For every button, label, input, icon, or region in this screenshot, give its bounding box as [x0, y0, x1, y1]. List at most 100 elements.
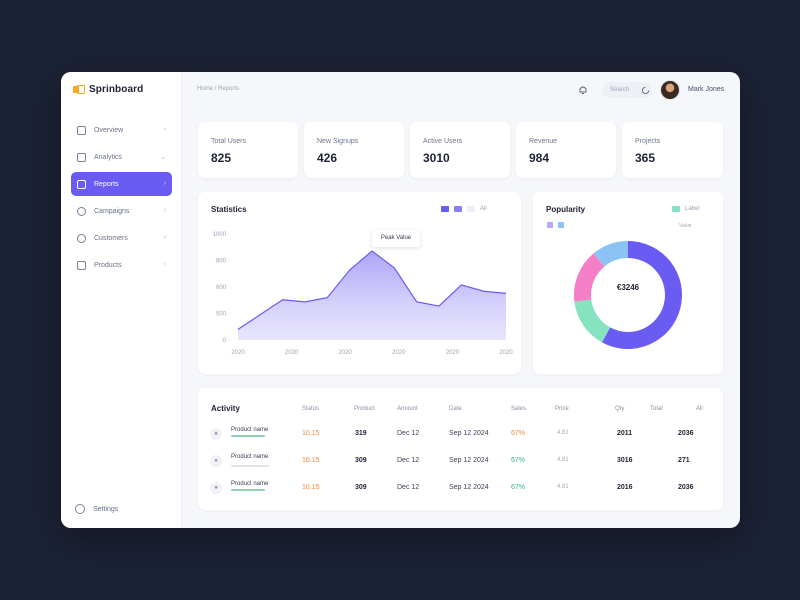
dashboard-window: Sprinboard Overview › Analytics ⌄ Report…: [61, 72, 740, 528]
user-name[interactable]: Mark Jones: [688, 86, 724, 93]
cell-price: 4.81: [557, 484, 569, 490]
sidebar-item-reports[interactable]: Reports ›: [71, 172, 172, 196]
table-row[interactable]: ● Product name 10.15 309 Dec 12 Sep 12 2…: [198, 449, 723, 475]
cell-amount: Dec 12: [397, 430, 420, 437]
sidebar-item-customers[interactable]: Customers ›: [71, 226, 172, 250]
chart-tooltip: Peak Value: [372, 230, 420, 247]
cell-total: 2036: [678, 484, 694, 491]
stat-card[interactable]: Projects 365: [622, 122, 723, 178]
chevron-down-icon: ⌄: [160, 154, 166, 161]
users-icon: [77, 233, 86, 243]
chart-icon: [77, 152, 86, 162]
stat-card[interactable]: New Signups 426: [304, 122, 404, 178]
stat-value: 984: [529, 151, 550, 165]
row-name: Product name: [231, 481, 269, 487]
product-icon: ●: [210, 482, 222, 494]
avatar[interactable]: [660, 80, 680, 100]
cell-price: 4.81: [557, 430, 569, 436]
chevron-right-icon: ›: [163, 207, 166, 214]
refresh-icon[interactable]: [638, 83, 652, 97]
cell-product: 319: [355, 430, 367, 437]
stat-value: 426: [317, 151, 338, 165]
sidebar-nav: Overview › Analytics ⌄ Reports › Campaig…: [61, 118, 182, 280]
sidebar-item-campaigns[interactable]: Campaigns ›: [71, 199, 172, 223]
cell-qty: 2011: [617, 430, 633, 437]
stat-card[interactable]: Revenue 984: [516, 122, 616, 178]
donut-slice[interactable]: [574, 299, 611, 343]
cell-sales: 67%: [511, 484, 526, 491]
sidebar: Sprinboard Overview › Analytics ⌄ Report…: [61, 72, 182, 528]
cell-amount: Dec 12: [397, 457, 420, 464]
y-tick-label: 600: [216, 285, 227, 291]
x-tick-label: 2020: [285, 350, 299, 356]
cell-total: 2036: [678, 430, 694, 437]
cell-product: 309: [355, 484, 367, 491]
sidebar-item-label: Reports: [94, 180, 119, 188]
stat-label: Active Users: [423, 138, 463, 145]
column-header[interactable]: Sales: [511, 406, 526, 412]
chevron-right-icon: ›: [163, 126, 166, 133]
cell-product: 309: [355, 457, 367, 464]
notification-icon[interactable]: [576, 83, 590, 97]
popularity-panel: Popularity Label Value €3246: [533, 192, 723, 374]
gear-icon: [75, 504, 85, 514]
logo-icon: [73, 85, 85, 94]
y-tick-label: 1000: [213, 232, 227, 238]
table-row[interactable]: ● Product name 10.15 319 Dec 12 Sep 12 2…: [198, 422, 723, 448]
cell-qty: 2016: [617, 484, 633, 491]
stat-value: 825: [211, 151, 232, 165]
column-header[interactable]: Amount: [397, 406, 418, 412]
column-header[interactable]: Qty: [615, 406, 624, 412]
breadcrumb[interactable]: Home / Reports: [197, 86, 239, 92]
sidebar-item-products[interactable]: Products ›: [71, 253, 172, 277]
sidebar-item-label: Overview: [94, 126, 124, 134]
y-tick-label: 500: [216, 312, 227, 318]
cell-total: 271: [678, 457, 690, 464]
sidebar-item-analytics[interactable]: Analytics ⌄: [71, 145, 172, 169]
cell-status: 10.15: [302, 430, 320, 437]
column-header[interactable]: Status: [302, 406, 319, 412]
area-fill: [238, 250, 506, 340]
table-row[interactable]: ● Product name 10.15 309 Dec 12 Sep 12 2…: [198, 476, 723, 502]
product-icon: ●: [210, 455, 222, 467]
brand[interactable]: Sprinboard: [73, 84, 143, 95]
product-icon: ●: [210, 428, 222, 440]
sidebar-item-settings[interactable]: Settings: [75, 504, 118, 514]
sidebar-item-label: Analytics: [94, 153, 123, 161]
x-tick-label: 2020: [392, 350, 406, 356]
sidebar-item-label: Products: [94, 261, 122, 269]
cell-status: 10.15: [302, 484, 320, 491]
chevron-right-icon: ›: [163, 234, 166, 241]
column-header[interactable]: Date: [449, 406, 462, 412]
stat-label: Projects: [635, 138, 661, 145]
statistics-chart[interactable]: 0 500 600 800 1000 2020 2020 2020 2020 2020 2020: [198, 192, 521, 374]
column-header[interactable]: Total: [650, 406, 663, 412]
cell-sales: 67%: [511, 457, 526, 464]
x-tick-label: 2020: [339, 350, 353, 356]
column-header[interactable]: All: [696, 406, 703, 412]
target-icon: [77, 206, 86, 216]
document-icon: [77, 179, 86, 189]
tooltip-label: Peak Value: [380, 235, 412, 241]
cell-sales: 67%: [511, 430, 526, 437]
statistics-panel: Statistics All 0 500 600 800 1000 2020 2020 202…: [198, 192, 521, 374]
column-header[interactable]: Price: [555, 406, 569, 412]
row-name: Product name: [231, 454, 269, 460]
chevron-right-icon: ›: [163, 180, 166, 187]
activity-table: Activity Status Product Amount Date Sale…: [198, 388, 723, 510]
sidebar-item-overview[interactable]: Overview ›: [71, 118, 172, 142]
row-progress: [231, 435, 265, 437]
stat-card[interactable]: Total Users 825: [198, 122, 298, 178]
stat-value: 365: [635, 151, 656, 165]
stat-card[interactable]: Active Users 3010: [410, 122, 510, 178]
column-header[interactable]: Product: [354, 406, 375, 412]
cell-qty: 3016: [617, 457, 633, 464]
cell-date: Sep 12 2024: [449, 484, 489, 491]
sidebar-item-label: Campaigns: [94, 207, 130, 215]
cell-status: 10.15: [302, 457, 320, 464]
sidebar-footer-label: Settings: [93, 505, 119, 513]
cell-amount: Dec 12: [397, 484, 420, 491]
row-progress: [231, 465, 269, 467]
y-tick-label: 0: [223, 338, 227, 344]
stat-label: Revenue: [529, 138, 558, 145]
